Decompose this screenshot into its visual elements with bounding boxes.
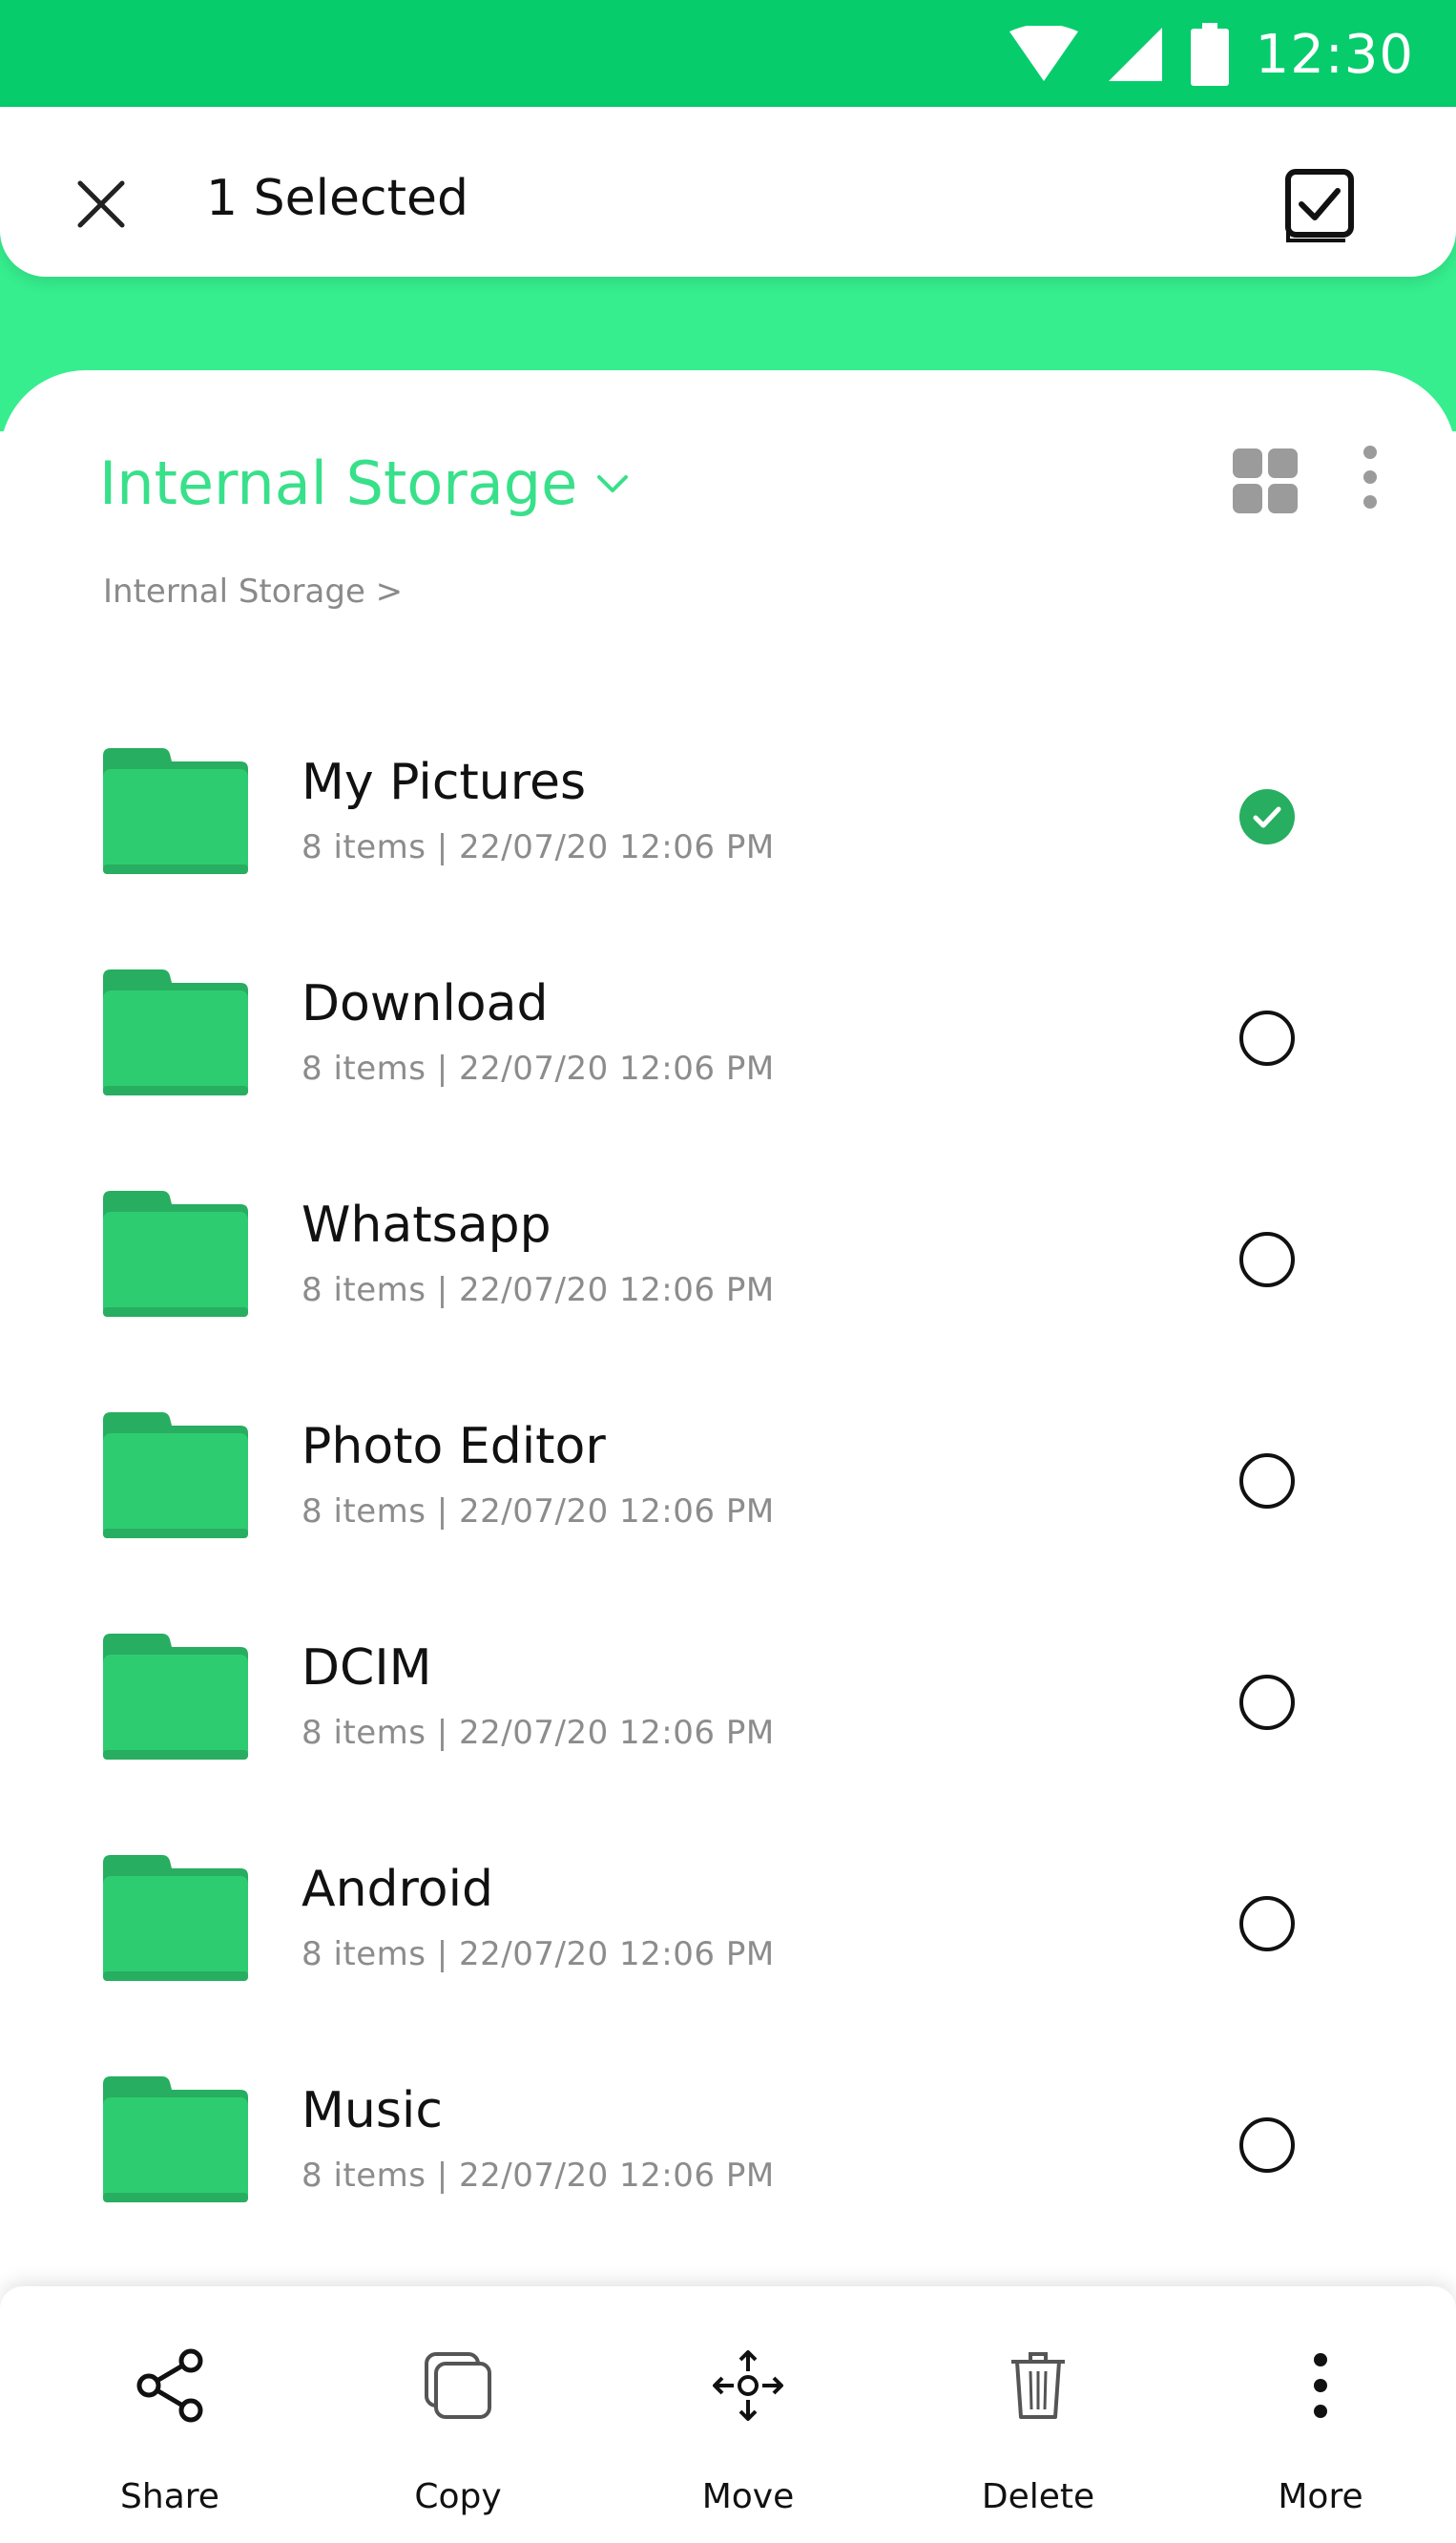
delete-label: Delete bbox=[981, 2477, 1095, 2516]
folder-meta: 8 items | 22/07/20 12:06 PM bbox=[302, 1050, 775, 1088]
battery-icon bbox=[1190, 23, 1229, 86]
folder-row[interactable]: Whatsapp 8 items | 22/07/20 12:06 PM bbox=[0, 1134, 1456, 1353]
signal-icon bbox=[1108, 28, 1162, 81]
status-icons: 12:30 bbox=[1008, 21, 1414, 88]
folder-meta: 8 items | 22/07/20 12:06 PM bbox=[302, 1935, 775, 1973]
unchecked-circle-icon[interactable] bbox=[1238, 1010, 1296, 1067]
storage-title: Internal Storage bbox=[99, 448, 578, 518]
copy-button[interactable]: Copy bbox=[353, 2286, 563, 2543]
folder-row[interactable]: Download 8 items | 22/07/20 12:06 PM bbox=[0, 912, 1456, 1132]
overflow-menu-button[interactable] bbox=[1351, 439, 1389, 515]
folder-name: Music bbox=[302, 2082, 443, 2139]
folder-meta: 8 items | 22/07/20 12:06 PM bbox=[302, 1271, 775, 1309]
folder-row[interactable]: Android 8 items | 22/07/20 12:06 PM bbox=[0, 1798, 1456, 2017]
folder-meta: 8 items | 22/07/20 12:06 PM bbox=[302, 828, 775, 866]
move-button[interactable]: Move bbox=[643, 2286, 853, 2543]
chevron-down-icon bbox=[597, 474, 629, 492]
folder-icon bbox=[103, 1634, 248, 1760]
folder-meta: 8 items | 22/07/20 12:06 PM bbox=[302, 1714, 775, 1752]
wifi-icon bbox=[1009, 26, 1078, 81]
file-browser-sheet: Internal Storage Internal Storage > My P… bbox=[0, 370, 1456, 2543]
unchecked-circle-icon[interactable] bbox=[1238, 1895, 1296, 1952]
folder-icon bbox=[103, 1412, 248, 1538]
folder-icon bbox=[103, 969, 248, 1095]
folder-name: Photo Editor bbox=[302, 1418, 606, 1475]
storage-selector[interactable]: Internal Storage bbox=[99, 448, 629, 518]
folder-icon bbox=[103, 1855, 248, 1981]
folder-row[interactable]: Music 8 items | 22/07/20 12:06 PM bbox=[0, 2019, 1456, 2239]
move-icon bbox=[708, 2345, 788, 2426]
close-icon bbox=[77, 180, 125, 228]
bottom-action-bar: Share Copy Move Delete More bbox=[0, 2286, 1456, 2543]
unchecked-circle-icon[interactable] bbox=[1238, 1674, 1296, 1731]
share-icon bbox=[130, 2345, 210, 2426]
delete-icon bbox=[998, 2345, 1078, 2426]
folder-name: Whatsapp bbox=[302, 1197, 551, 1254]
folder-name: DCIM bbox=[302, 1639, 432, 1697]
more-vertical-icon bbox=[1363, 446, 1377, 509]
folder-meta: 8 items | 22/07/20 12:06 PM bbox=[302, 2157, 775, 2195]
grid-view-icon bbox=[1233, 448, 1298, 513]
delete-button[interactable]: Delete bbox=[933, 2286, 1143, 2543]
unchecked-circle-icon[interactable] bbox=[1238, 1452, 1296, 1510]
folder-name: My Pictures bbox=[302, 754, 587, 811]
grid-view-button[interactable] bbox=[1231, 447, 1300, 515]
folder-row[interactable]: Photo Editor 8 items | 22/07/20 12:06 PM bbox=[0, 1355, 1456, 1574]
folder-meta: 8 items | 22/07/20 12:06 PM bbox=[302, 1492, 775, 1531]
selected-count-title: 1 Selected bbox=[206, 170, 469, 227]
copy-label: Copy bbox=[414, 2477, 502, 2516]
folder-icon bbox=[103, 2076, 248, 2202]
unchecked-circle-icon[interactable] bbox=[1238, 1231, 1296, 1288]
move-label: Move bbox=[701, 2477, 795, 2516]
folder-name: Download bbox=[302, 975, 549, 1032]
unchecked-circle-icon[interactable] bbox=[1238, 2116, 1296, 2174]
folder-row[interactable]: My Pictures 8 items | 22/07/20 12:06 PM bbox=[0, 691, 1456, 910]
close-button[interactable] bbox=[63, 166, 139, 242]
status-bar: 12:30 bbox=[0, 0, 1456, 107]
select-all-icon bbox=[1285, 169, 1354, 242]
more-label: More bbox=[1278, 2477, 1363, 2516]
folder-icon bbox=[103, 748, 248, 874]
share-label: Share bbox=[120, 2477, 219, 2516]
more-vertical-icon bbox=[1280, 2345, 1361, 2426]
folder-name: Android bbox=[302, 1861, 494, 1918]
folder-icon bbox=[103, 1191, 248, 1317]
select-all-button[interactable] bbox=[1279, 162, 1361, 244]
selection-appbar: 1 Selected bbox=[0, 107, 1456, 277]
folder-row[interactable]: DCIM 8 items | 22/07/20 12:06 PM bbox=[0, 1576, 1456, 1796]
more-button[interactable]: More bbox=[1216, 2286, 1425, 2543]
status-time: 12:30 bbox=[1255, 23, 1414, 86]
checked-circle-icon[interactable] bbox=[1238, 788, 1296, 845]
breadcrumb[interactable]: Internal Storage > bbox=[103, 573, 403, 611]
share-button[interactable]: Share bbox=[65, 2286, 275, 2543]
copy-icon bbox=[418, 2345, 498, 2426]
